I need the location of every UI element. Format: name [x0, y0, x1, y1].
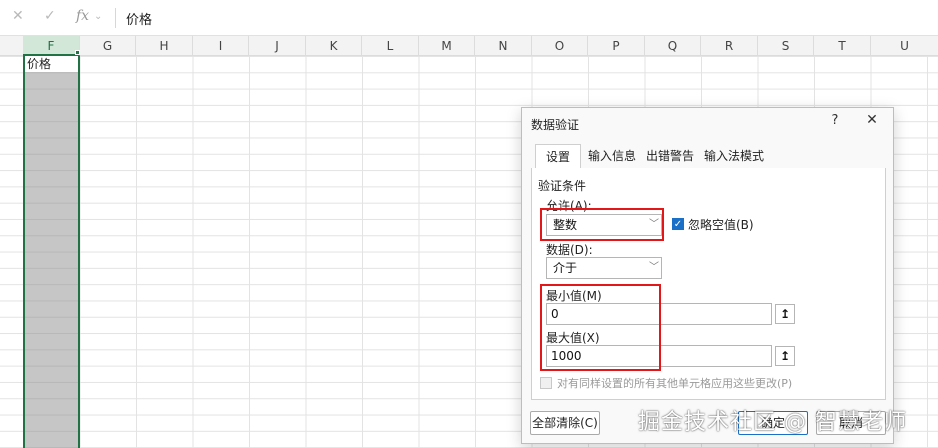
chevron-down-icon: ﹀	[649, 262, 659, 273]
column-header-g[interactable]: G	[80, 36, 136, 56]
tab-settings[interactable]: 设置	[535, 144, 581, 169]
highlight-allow	[540, 208, 664, 241]
column-header-s[interactable]: S	[758, 36, 814, 56]
column-header-l[interactable]: L	[362, 36, 419, 56]
dialog-title: 数据验证	[531, 118, 580, 132]
ignore-blank-label[interactable]: 忽略空值(B)	[688, 216, 754, 233]
validation-criteria-heading: 验证条件	[538, 179, 587, 193]
column-header-u[interactable]: U	[871, 36, 938, 56]
column-header-t[interactable]: T	[814, 36, 871, 56]
help-icon[interactable]: ?	[828, 113, 842, 128]
column-header-o[interactable]: O	[532, 36, 588, 56]
chevron-down-icon[interactable]: ⌄	[94, 11, 102, 22]
formula-bar-divider	[115, 8, 116, 28]
column-header-q[interactable]: Q	[645, 36, 701, 56]
apply-all-label: 对有同样设置的所有其他单元格应用这些更改(P)	[557, 377, 793, 390]
highlight-min-max	[540, 284, 661, 371]
column-header-j[interactable]: J	[249, 36, 306, 56]
tab-error-alert[interactable]: 出错警告	[641, 144, 699, 169]
tab-input-message[interactable]: 输入信息	[583, 144, 641, 169]
column-header-row: F G H I J K L M N O P Q R S T U	[0, 36, 938, 56]
column-header-k[interactable]: K	[306, 36, 362, 56]
column-header-n[interactable]: N	[475, 36, 532, 56]
column-header-i[interactable]: I	[193, 36, 249, 56]
row-gutter	[0, 56, 23, 448]
collapse-dialog-icon[interactable]: ↥	[775, 304, 795, 324]
tab-ime-mode[interactable]: 输入法模式	[699, 144, 769, 169]
column-header-m[interactable]: M	[419, 36, 475, 56]
column-header-p[interactable]: P	[588, 36, 645, 56]
dialog-tabs: 设置 输入信息 出错警告 输入法模式	[531, 144, 886, 169]
data-validation-dialog: 数据验证 ? ✕ 设置 输入信息 出错警告 输入法模式 验证条件 允许(A): …	[521, 107, 894, 444]
watermark: 掘金技术社区 @ 智慧老师	[638, 410, 907, 435]
formula-bar: ✕ ✓ fx ⌄ 价格	[0, 0, 938, 36]
data-label: 数据(D):	[546, 243, 593, 257]
data-select[interactable]: 介于 ﹀	[546, 257, 662, 279]
confirm-entry-icon[interactable]: ✓	[44, 8, 56, 24]
apply-all-checkbox[interactable]	[540, 377, 552, 389]
fill-handle[interactable]	[75, 50, 80, 55]
collapse-dialog-icon[interactable]: ↥	[775, 346, 795, 366]
clear-all-button[interactable]: 全部清除(C)	[530, 411, 600, 435]
ignore-blank-checkbox[interactable]: ✓	[672, 218, 684, 230]
selected-column-f[interactable]	[23, 56, 80, 448]
settings-panel: 验证条件 允许(A): 整数 ﹀ ✓ 忽略空值(B) 数据(D): 介于 ﹀ 最…	[531, 168, 886, 400]
column-header-h[interactable]: H	[136, 36, 193, 56]
insert-function-icon[interactable]: fx	[76, 8, 89, 24]
cancel-entry-icon[interactable]: ✕	[12, 8, 24, 24]
formula-input[interactable]: 价格	[126, 9, 152, 28]
close-icon[interactable]: ✕	[865, 112, 879, 128]
cell-f1[interactable]: 价格	[25, 56, 78, 72]
column-header-r[interactable]: R	[701, 36, 758, 56]
column-header-f[interactable]: F	[23, 36, 80, 56]
data-select-value: 介于	[553, 261, 578, 275]
